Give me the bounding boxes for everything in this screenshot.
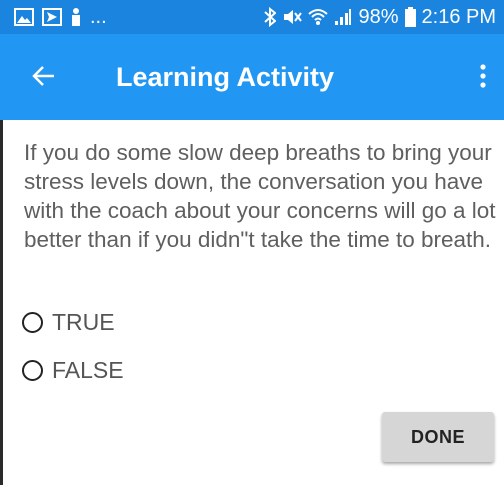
more-vertical-icon xyxy=(480,63,486,93)
mute-icon xyxy=(282,8,303,26)
option-true[interactable]: TRUE xyxy=(22,307,115,337)
signal-icon xyxy=(334,8,352,26)
activity-content: If you do some slow deep breaths to brin… xyxy=(0,120,504,485)
status-time: 2:16 PM xyxy=(421,6,496,28)
status-bar-left: ... xyxy=(14,7,107,27)
arrow-left-icon xyxy=(32,65,56,92)
radio-true[interactable] xyxy=(22,311,43,333)
option-true-label: TRUE xyxy=(52,309,115,335)
person-icon xyxy=(70,7,82,27)
option-false[interactable]: FALSE xyxy=(22,355,124,385)
page-title: Learning Activity xyxy=(116,62,335,92)
question-text: If you do some slow deep breaths to brin… xyxy=(24,140,496,252)
battery-percentage: 98% xyxy=(358,6,399,28)
radio-false[interactable] xyxy=(22,359,43,381)
option-false-label: FALSE xyxy=(52,357,124,383)
done-button[interactable]: DONE xyxy=(382,412,494,462)
app-bar: Learning Activity xyxy=(0,34,504,120)
wifi-icon xyxy=(308,8,329,26)
bluetooth-icon xyxy=(264,7,277,27)
battery-icon xyxy=(404,7,416,27)
status-bar-right: 98% 2:16 PM xyxy=(264,7,496,27)
image-icon xyxy=(14,8,34,26)
overflow-notifications: ... xyxy=(90,6,107,28)
send-icon xyxy=(42,8,62,26)
overflow-menu-button[interactable] xyxy=(468,60,498,96)
status-bar: ... 98% 2:16 PM xyxy=(0,0,504,34)
screen: ... 98% 2:16 PM Learning Activity If you… xyxy=(0,0,504,485)
back-button[interactable] xyxy=(26,60,62,96)
